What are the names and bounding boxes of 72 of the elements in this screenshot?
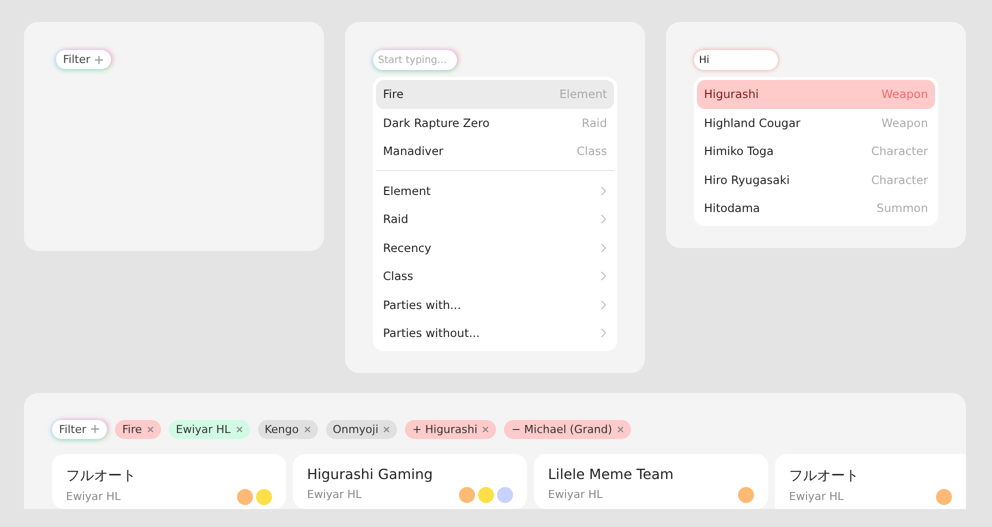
- category-label: Character: [871, 172, 928, 187]
- suggestion-label: Manadiver: [383, 144, 444, 158]
- suggestion-label: Hitodama: [704, 201, 760, 216]
- category-label: Parties with...: [383, 298, 461, 312]
- filter-chip[interactable]: + Higurashi: [405, 420, 496, 438]
- plus-icon: [90, 424, 100, 434]
- filter-chip[interactable]: Fire: [115, 420, 161, 438]
- card-title: フルオート: [789, 466, 860, 484]
- card-subtitle: Ewiyar HL: [548, 488, 603, 501]
- category-label: Element: [383, 184, 431, 198]
- close-icon[interactable]: [617, 426, 624, 432]
- category-label: Character: [871, 144, 928, 158]
- suggestion-item[interactable]: Fire Element: [376, 80, 614, 108]
- search-field[interactable]: Hi: [694, 50, 778, 70]
- category-label: Weapon: [882, 87, 928, 102]
- filter-chip[interactable]: Ewiyar HL: [168, 420, 250, 438]
- suggestion-label: Himiko Toga: [704, 144, 774, 158]
- filter-chip[interactable]: Kengo: [258, 420, 318, 438]
- category-label: Weapon: [882, 116, 928, 130]
- category-item[interactable]: Class: [376, 262, 614, 290]
- party-card[interactable]: Lilele Meme Team Ewiyar HL: [534, 454, 768, 508]
- chevron-icon: [600, 328, 607, 338]
- suggestion-item[interactable]: Dark Rapture Zero Raid: [376, 108, 614, 137]
- filter-button[interactable]: Filter: [52, 420, 108, 438]
- chevron-icon: [600, 242, 607, 253]
- card-title: フルオート: [66, 466, 137, 484]
- category-label: Raid: [383, 212, 408, 226]
- close-icon[interactable]: [304, 426, 311, 432]
- category-label: Class: [383, 269, 414, 284]
- chevron-icon: [600, 214, 607, 224]
- filter-chip[interactable]: Onmyoji: [326, 420, 398, 438]
- close-icon[interactable]: [146, 426, 154, 432]
- card-subtitle: Ewiyar HL: [66, 490, 121, 503]
- suggestion-label: Fire: [383, 87, 404, 102]
- filter-button[interactable]: Filter: [56, 50, 112, 69]
- close-icon[interactable]: [383, 426, 390, 432]
- category-label: Class: [576, 144, 607, 158]
- filter-chip[interactable]: − Michael (Grand): [504, 420, 632, 438]
- category-label: Parties without...: [383, 326, 480, 340]
- category-item[interactable]: Element: [376, 176, 614, 205]
- close-icon[interactable]: [236, 426, 243, 432]
- suggestion-item[interactable]: Hitodama Summon: [697, 194, 935, 222]
- suggestion-item[interactable]: Highland Cougar Weapon: [697, 108, 935, 137]
- category-item[interactable]: Raid: [376, 205, 614, 234]
- suggestion-item[interactable]: Manadiver Class: [376, 137, 614, 166]
- suggestion-label: Hiro Ryugasaki: [704, 172, 790, 187]
- category-label: Element: [559, 87, 607, 102]
- party-card[interactable]: フルオート Ewiyar HL: [775, 454, 966, 508]
- chevron-icon: [600, 186, 607, 196]
- category-label: Recency: [383, 240, 432, 255]
- card-title: Higurashi Gaming: [307, 466, 434, 482]
- category-item[interactable]: Parties with...: [376, 290, 614, 319]
- suggestion-label: Highland Cougar: [704, 116, 800, 130]
- category-label: Summon: [876, 201, 928, 216]
- search-field[interactable]: Start typing...: [373, 50, 457, 70]
- suggestion-item[interactable]: Hiro Ryugasaki Character: [697, 166, 935, 194]
- card-subtitle: Ewiyar HL: [789, 490, 844, 503]
- suggestion-label: Higurashi: [704, 87, 759, 102]
- category-item[interactable]: Recency: [376, 234, 614, 262]
- suggestion-item[interactable]: Higurashi Weapon: [697, 80, 935, 108]
- suggestion-label: Dark Rapture Zero: [383, 116, 490, 130]
- suggestion-item[interactable]: Himiko Toga Character: [697, 137, 935, 166]
- plus-icon: [94, 54, 104, 64]
- chevron-icon: [600, 271, 607, 282]
- party-card[interactable]: フルオート Ewiyar HL: [52, 454, 286, 508]
- card-title: Lilele Meme Team: [548, 466, 675, 482]
- category-label: Raid: [582, 116, 607, 130]
- category-item[interactable]: Parties without...: [376, 319, 614, 348]
- chevron-icon: [600, 300, 607, 310]
- close-icon[interactable]: [482, 426, 490, 432]
- party-card[interactable]: Higurashi Gaming Ewiyar HL: [293, 454, 527, 508]
- card-subtitle: Ewiyar HL: [307, 488, 362, 501]
